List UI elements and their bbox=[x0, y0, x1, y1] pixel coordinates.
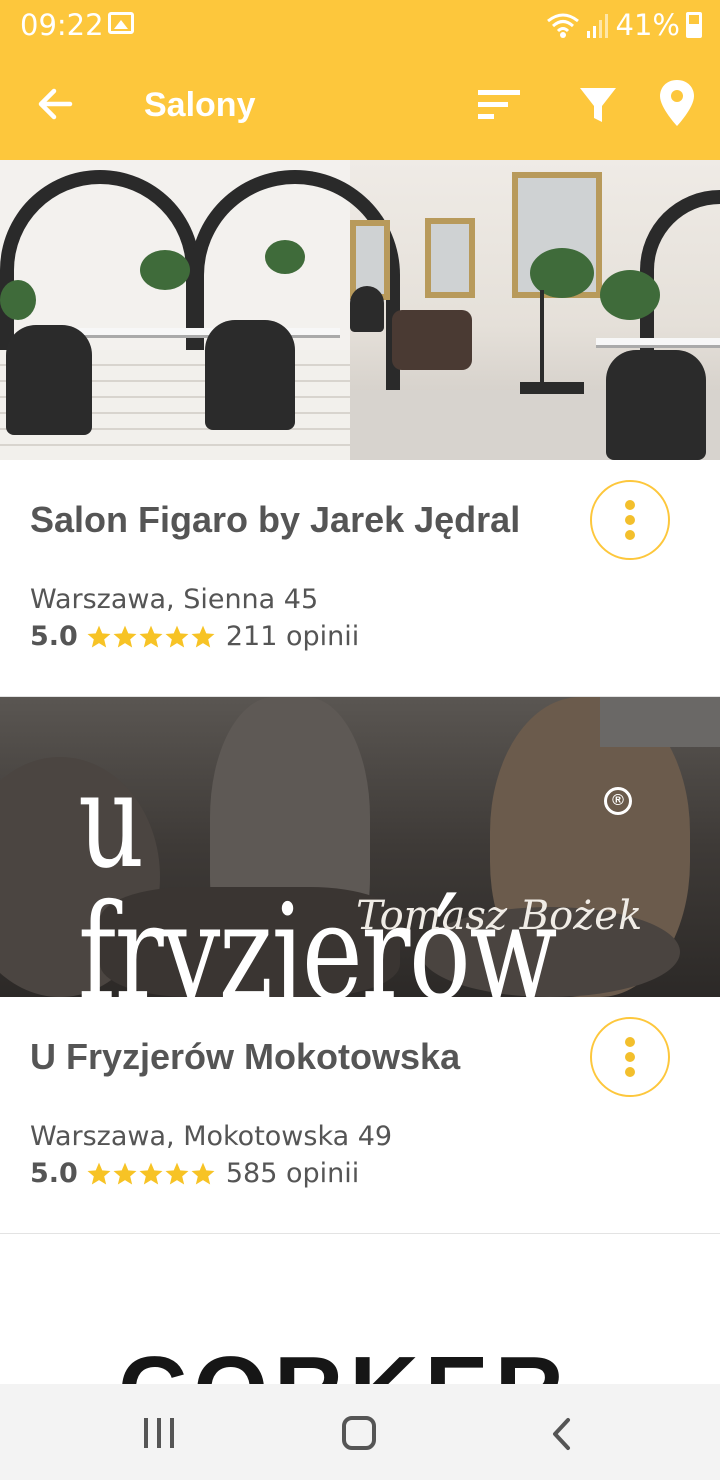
rating-value: 5.0 bbox=[30, 1158, 78, 1189]
signal-icon bbox=[586, 14, 608, 38]
salon-logo-subtext: Tomasz Bożek bbox=[356, 893, 643, 939]
star-icon bbox=[113, 625, 137, 648]
registered-mark: ® bbox=[604, 787, 632, 815]
status-time: 09:22 bbox=[20, 8, 104, 42]
salon-card[interactable]: u fryzjerów Tomasz Bożek ® U Fryzjerów M… bbox=[0, 697, 720, 1234]
star-icon bbox=[191, 625, 215, 648]
sort-icon[interactable] bbox=[470, 78, 528, 130]
reviews-count: 585 opinii bbox=[225, 1158, 360, 1189]
home-icon[interactable] bbox=[342, 1416, 376, 1450]
star-icon bbox=[165, 625, 189, 648]
rating-row: 5.0 211 opinii bbox=[30, 621, 359, 652]
filter-icon[interactable] bbox=[570, 78, 626, 130]
dot bbox=[625, 530, 635, 540]
more-options-button[interactable] bbox=[590, 480, 670, 560]
star-icon bbox=[139, 625, 163, 648]
salon-address: Warszawa, Sienna 45 bbox=[30, 584, 319, 615]
top-bar-background: 09:22 41% Salony bbox=[0, 0, 720, 160]
rating-value: 5.0 bbox=[30, 621, 78, 652]
reviews-count: 211 opinii bbox=[225, 621, 360, 652]
location-pin-icon[interactable] bbox=[652, 76, 702, 132]
back-icon[interactable] bbox=[548, 1414, 576, 1454]
star-icon bbox=[139, 1162, 163, 1185]
salon-photo[interactable] bbox=[0, 160, 720, 460]
back-arrow-icon[interactable] bbox=[28, 76, 84, 132]
page-title: Salony bbox=[144, 86, 256, 124]
battery-percentage: 41% bbox=[615, 8, 680, 42]
star-rating bbox=[86, 624, 216, 650]
star-icon bbox=[87, 625, 111, 648]
star-icon bbox=[113, 1162, 137, 1185]
salon-card[interactable]: Salon Figaro by Jarek Jędral Warszawa, S… bbox=[0, 160, 720, 697]
salon-photo[interactable]: u fryzjerów Tomasz Bożek ® bbox=[0, 697, 720, 997]
star-icon bbox=[191, 1162, 215, 1185]
dot bbox=[625, 1037, 635, 1047]
more-options-button[interactable] bbox=[590, 1017, 670, 1097]
dot bbox=[625, 1052, 635, 1062]
star-icon bbox=[165, 1162, 189, 1185]
salon-address: Warszawa, Mokotowska 49 bbox=[30, 1121, 393, 1152]
gallery-icon bbox=[108, 12, 134, 34]
recent-apps-icon[interactable] bbox=[144, 1418, 174, 1448]
status-bar: 09:22 41% bbox=[0, 0, 720, 50]
dot bbox=[625, 500, 635, 510]
salon-logo-text: u fryzjerów bbox=[78, 744, 557, 997]
wifi-icon bbox=[546, 13, 579, 38]
star-icon bbox=[87, 1162, 111, 1185]
app-bar: Salony bbox=[0, 50, 720, 160]
navigation-bar bbox=[0, 1384, 720, 1480]
battery-icon bbox=[686, 12, 702, 38]
salon-name: Salon Figaro by Jarek Jędral bbox=[30, 499, 521, 540]
status-icons: 41% bbox=[546, 8, 702, 42]
dot bbox=[625, 515, 635, 525]
dot bbox=[625, 1067, 635, 1077]
rating-row: 5.0 585 opinii bbox=[30, 1158, 359, 1189]
star-rating bbox=[86, 1161, 216, 1187]
salon-name: U Fryzjerów Mokotowska bbox=[30, 1036, 461, 1077]
